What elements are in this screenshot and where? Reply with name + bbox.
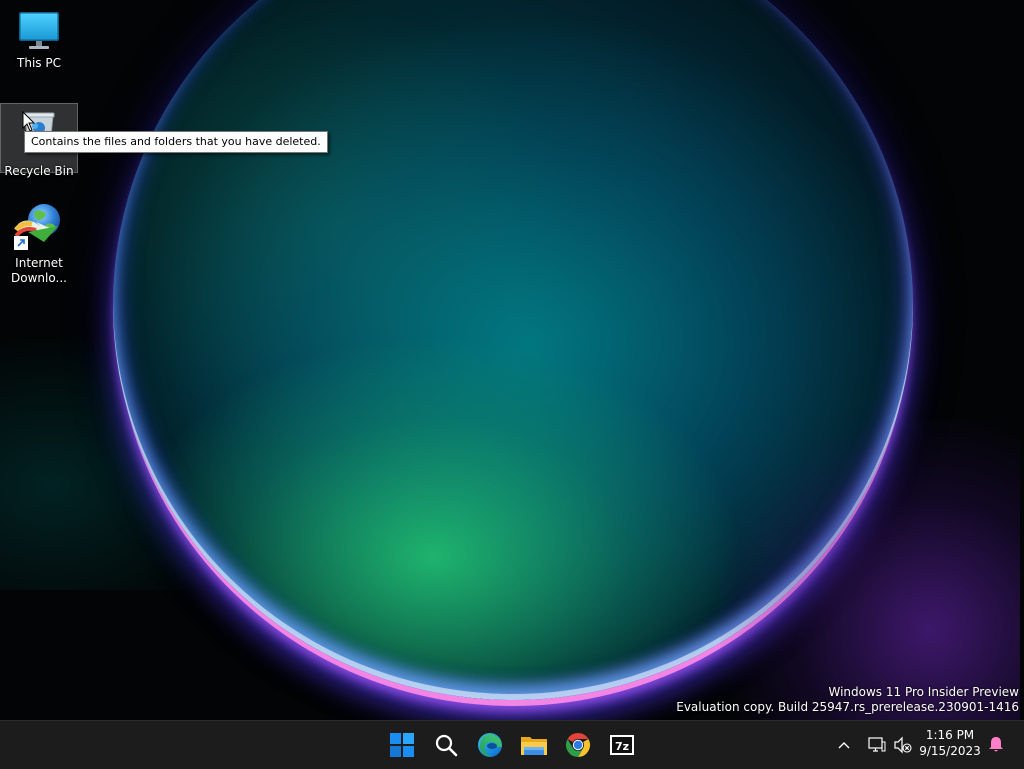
recycle-bin-tooltip: Contains the files and folders that you … [24,131,328,153]
clock-date: 9/15/2023 [919,744,981,758]
7zip-icon: 7z [610,735,634,755]
chrome-button[interactable] [560,727,596,763]
internet-download-manager-icon [3,202,75,252]
windows-watermark: Windows 11 Pro Insider Preview Evaluatio… [676,685,1019,715]
search-button[interactable] [428,727,464,763]
file-explorer-icon [521,737,547,755]
notification-center-button[interactable] [986,732,1006,756]
7zip-button[interactable]: 7z [604,727,640,763]
edge-button[interactable] [472,727,508,763]
desktop-icon-label: This PC [17,56,61,70]
taskbar: 7z [0,720,1024,769]
volume-button[interactable] [892,733,914,757]
taskbar-clock[interactable]: 1:16 PM 9/15/2023 [918,727,982,759]
watermark-edition: Windows 11 Pro Insider Preview [828,685,1019,699]
chrome-icon [565,733,591,757]
search-icon [435,734,458,757]
desktop-icon-internet-download-manager[interactable]: Internet Downlo... [3,202,75,286]
this-pc-icon [3,8,75,56]
notification-bell-icon [989,737,1003,752]
chevron-up-icon [838,742,850,749]
clock-time: 1:16 PM [925,728,975,742]
start-button[interactable] [384,727,420,763]
desktop-icon-this-pc[interactable]: This PC [3,8,75,74]
network-button[interactable] [866,733,888,757]
edge-icon [478,733,502,757]
desktop-icon-label: Internet Downlo... [11,256,67,285]
file-explorer-button[interactable] [516,727,552,763]
watermark-build: Evaluation copy. Build 25947.rs_prerelea… [676,700,1019,714]
volume-muted-icon [894,736,912,754]
windows-start-icon [390,733,414,757]
network-icon [868,737,886,752]
desktop-icon-label: Recycle Bin [4,164,74,178]
show-hidden-icons-button[interactable] [834,733,854,757]
desktop[interactable]: This PC Recycle Bin Internet Downlo... C… [0,0,1024,720]
wallpaper-glow-right [720,420,1020,720]
svg-text:7z: 7z [615,740,629,753]
